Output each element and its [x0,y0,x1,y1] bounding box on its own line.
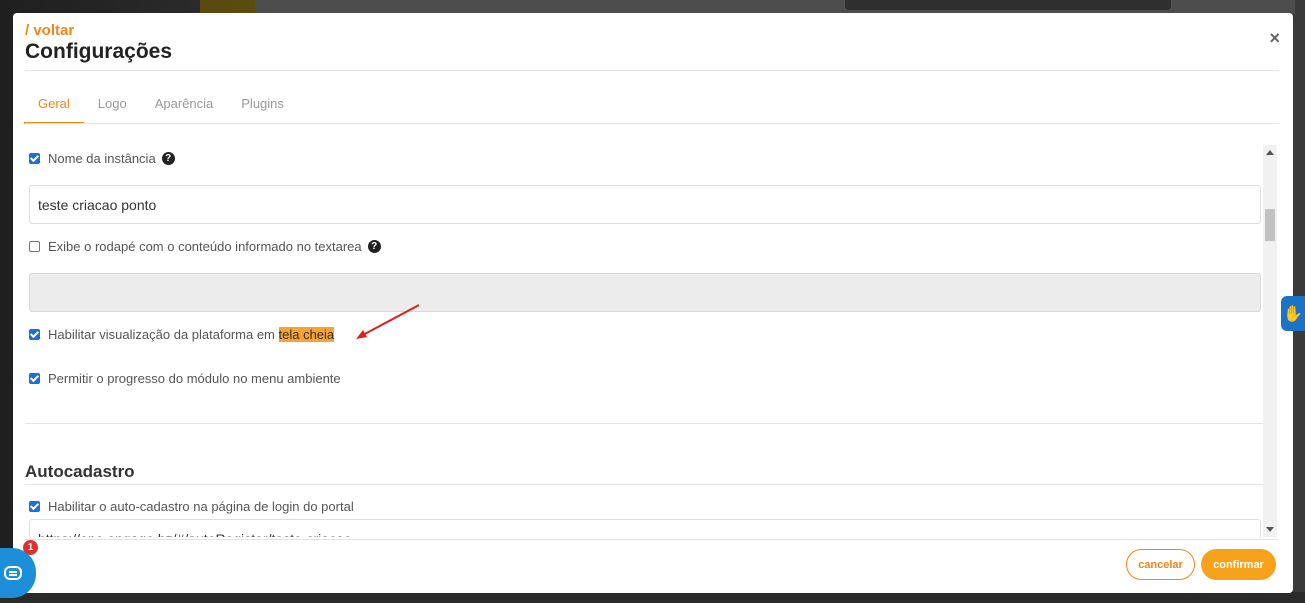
background-header-panel [845,0,1171,10]
confirm-button[interactable]: confirmar [1201,549,1276,580]
question-circle-icon[interactable]: ? [367,240,381,253]
settings-modal: / voltar Configurações × Geral Logo Apar… [13,13,1293,593]
fullscreen-row: Habilitar visualização da plataforma em … [29,327,335,342]
chat-notification-badge: 1 [23,540,38,555]
footer-checkbox[interactable] [29,241,40,252]
autocadastro-url-input[interactable]: https://one.engage.bz/#/autoRegister/tes… [29,519,1261,537]
annotation-arrow [356,304,420,339]
question-circle-icon[interactable]: ? [161,152,175,165]
fullscreen-label: Habilitar visualização da plataforma em [48,327,279,342]
tab-geral[interactable]: Geral [24,89,84,124]
tab-logo[interactable]: Logo [84,89,141,124]
background-footer-bar [0,592,1305,603]
scroll-up-icon[interactable] [1266,150,1274,155]
back-link[interactable]: / voltar [25,22,74,39]
footer-row: Exibe o rodapé com o conteúdo informado … [29,239,381,254]
autocadastro-label: Habilitar o auto-cadastro na página de l… [48,499,354,514]
autocadastro-section-title: Autocadastro [25,462,135,481]
tab-bar: Geral Logo Aparência Plugins [24,89,298,124]
tab-plugins[interactable]: Plugins [227,89,298,124]
module-progress-checkbox[interactable] [29,373,40,384]
instance-name-input[interactable]: teste criacao ponto [29,185,1261,224]
sign-language-hands-icon[interactable]: ✋ [1281,296,1305,331]
instance-name-row: Nome da instância ? [29,151,175,166]
cancel-button[interactable]: cancelar [1126,549,1195,580]
section-divider [25,423,1263,424]
footer-label: Exibe o rodapé com o conteúdo informado … [48,239,362,254]
instance-name-label: Nome da instância [48,151,156,166]
module-progress-row: Permitir o progresso do módulo no menu a… [29,371,341,386]
scroll-down-icon[interactable] [1266,527,1274,532]
content-scrollbar[interactable] [1263,145,1277,537]
autocadastro-divider [25,484,1263,485]
footer-divider [25,539,1279,540]
settings-content: Nome da instância ? teste criacao ponto … [25,137,1263,537]
scroll-thumb[interactable] [1265,209,1275,241]
close-icon[interactable]: × [1269,28,1280,49]
footer-textarea[interactable] [29,273,1261,312]
tab-aparencia[interactable]: Aparência [141,89,228,124]
fullscreen-label-highlight: tela cheia [278,327,335,342]
tabs-divider [25,123,1279,124]
chat-bubble-icon [4,566,22,580]
module-progress-label: Permitir o progresso do módulo no menu a… [48,371,341,386]
header-divider [25,70,1279,71]
instance-name-checkbox[interactable] [29,153,40,164]
modal-title: Configurações [25,40,173,63]
autocadastro-checkbox[interactable] [29,501,40,512]
fullscreen-checkbox[interactable] [29,329,40,340]
autocadastro-row: Habilitar o auto-cadastro na página de l… [29,499,354,514]
